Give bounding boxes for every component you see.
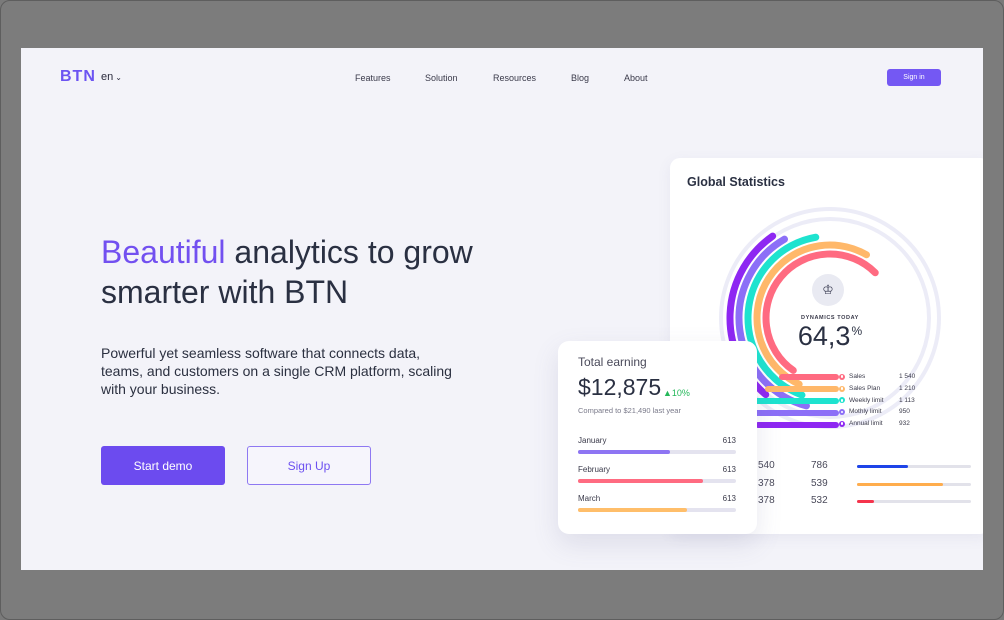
nav-link-resources[interactable]: Resources — [493, 73, 536, 83]
statistics-value-a: 378 — [758, 495, 775, 506]
up-arrow-icon: ▲ — [663, 388, 672, 398]
month-name: March — [578, 494, 601, 503]
statistics-value-a: 378 — [758, 477, 775, 489]
legend-value: 1 540 — [899, 373, 916, 381]
legend-item: Annual limit 932 — [839, 418, 939, 430]
legend-dot — [839, 373, 845, 380]
legend-label: Mothly limit — [849, 408, 882, 416]
legend-item: Mothly limit 950 — [839, 406, 939, 418]
legend-dot — [839, 420, 845, 427]
ring-legend: Sales 1 540 Sales Plan 1 210 Weekly limit 1 1… — [839, 371, 939, 429]
legend-item: Sales 1 540 — [839, 371, 939, 383]
start-demo-button[interactable]: Start demo — [101, 446, 225, 485]
month-bar-fill — [578, 479, 703, 483]
language-selector[interactable]: en ⌄ — [101, 71, 122, 83]
statistics-bar-track — [857, 465, 971, 468]
chevron-down-icon: ⌄ — [115, 73, 122, 82]
headline-accent: Beautiful — [101, 234, 226, 270]
earning-change-value: 10% — [671, 388, 690, 398]
month-row: February 613 — [578, 465, 736, 483]
nav-link-about[interactable]: About — [624, 73, 648, 83]
legend-value: 932 — [899, 420, 910, 428]
statistics-bar-fill — [857, 482, 943, 486]
legend-label: Weekly limit — [849, 396, 884, 404]
statistics-value-b: 539 — [811, 477, 828, 489]
month-bar-fill — [578, 508, 688, 512]
legend-value: 950 — [899, 408, 910, 416]
legend-label: Sales — [849, 373, 866, 381]
progress-arc — [762, 250, 879, 374]
legend-value: 1 113 — [899, 396, 915, 404]
dynamics-unit: % — [851, 324, 863, 338]
nav-link-features[interactable]: Features — [355, 73, 391, 83]
landing-page: BTN en ⌄ Features Solution Resources Blog… — [21, 48, 983, 570]
month-bar-track — [578, 479, 736, 483]
sign-in-button[interactable]: Sign in — [887, 69, 941, 86]
statistics-bar-track — [857, 482, 971, 486]
statistics-bar-fill — [857, 465, 909, 468]
language-label: en — [101, 71, 114, 83]
statistics-value-b: 532 — [811, 495, 828, 506]
month-name: January — [578, 436, 607, 445]
crown-icon: ♔ — [812, 274, 844, 306]
legend-label: Annual limit — [849, 420, 883, 428]
statistics-value-b: 786 — [811, 460, 828, 471]
month-bar-track — [578, 450, 736, 454]
statistics-bar-fill — [857, 500, 875, 503]
legend-dot — [839, 385, 845, 392]
legend-dot — [839, 397, 845, 404]
earning-compare: Compared to $21,490 last year — [578, 406, 681, 415]
month-name: February — [578, 465, 611, 474]
statistics-value-a: 540 — [758, 460, 775, 471]
month-value: 613 — [722, 494, 736, 503]
earning-change: ▲10% — [663, 388, 690, 398]
legend-label: Sales Plan — [849, 385, 881, 393]
nav-link-blog[interactable]: Blog — [571, 73, 589, 83]
month-value: 613 — [722, 465, 736, 474]
legend-item: Weekly limit 1 113 — [839, 394, 939, 406]
hero-subtitle: Powerful yet seamless software that conn… — [101, 345, 452, 397]
legend-dot — [839, 408, 845, 415]
legend-value: 1 210 — [899, 385, 916, 393]
sign-up-button[interactable]: Sign Up — [247, 446, 371, 485]
brand-logo[interactable]: BTN — [60, 68, 96, 86]
legend-item: Sales Plan 1 210 — [839, 383, 939, 395]
month-row: January 613 — [578, 436, 736, 454]
month-bar-fill — [578, 450, 670, 454]
total-earning-card: Total earning $12,875 ▲10% Compared to $… — [558, 341, 757, 534]
earning-value: $12,875 — [578, 374, 662, 400]
dynamics-number: 64,3 — [797, 321, 851, 351]
statistics-bar-track — [857, 500, 971, 503]
hero-headline: Beautiful analytics to grow smarter with… — [101, 232, 521, 312]
month-row: March 613 — [578, 494, 736, 512]
month-value: 613 — [722, 436, 736, 445]
earning-title: Total earning — [578, 355, 647, 369]
month-bar-track — [578, 508, 736, 512]
dynamics-value: 64,3% — [780, 321, 880, 352]
nav-link-solution[interactable]: Solution — [425, 73, 458, 83]
